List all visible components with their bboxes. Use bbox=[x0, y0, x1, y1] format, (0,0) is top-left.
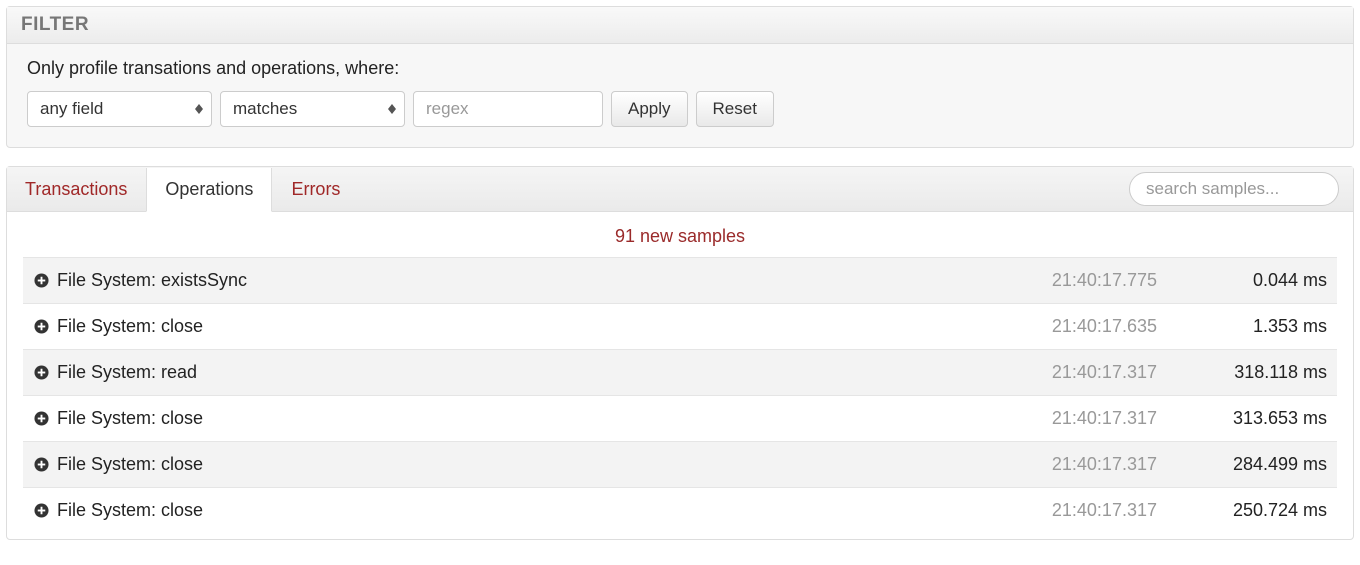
expand-icon[interactable] bbox=[33, 457, 49, 473]
operation-row[interactable]: File System: close 21:40:17.317 284.499 … bbox=[23, 441, 1337, 487]
operation-duration: 313.653 ms bbox=[1187, 408, 1327, 429]
apply-button[interactable]: Apply bbox=[611, 91, 688, 127]
reset-button[interactable]: Reset bbox=[696, 91, 774, 127]
filter-panel-title: FILTER bbox=[7, 7, 1353, 44]
operation-name: File System: close bbox=[57, 316, 1007, 337]
filter-match-select[interactable]: matches bbox=[220, 91, 405, 127]
operation-duration: 0.044 ms bbox=[1187, 270, 1327, 291]
select-arrows-icon bbox=[195, 104, 203, 114]
operation-duration: 250.724 ms bbox=[1187, 500, 1327, 521]
operation-row[interactable]: File System: close 21:40:17.635 1.353 ms bbox=[23, 303, 1337, 349]
filter-row: any field matches Apply Reset bbox=[27, 91, 1333, 127]
operation-timestamp: 21:40:17.317 bbox=[1007, 362, 1187, 383]
operation-name: File System: close bbox=[57, 408, 1007, 429]
operation-row[interactable]: File System: existsSync 21:40:17.775 0.0… bbox=[23, 257, 1337, 303]
tabs-bar: Transactions Operations Errors bbox=[7, 167, 1353, 212]
operation-name: File System: existsSync bbox=[57, 270, 1007, 291]
operation-duration: 284.499 ms bbox=[1187, 454, 1327, 475]
filter-field-select[interactable]: any field bbox=[27, 91, 212, 127]
operation-duration: 1.353 ms bbox=[1187, 316, 1327, 337]
operation-name: File System: read bbox=[57, 362, 1007, 383]
expand-icon[interactable] bbox=[33, 411, 49, 427]
results-panel: Transactions Operations Errors 91 new sa… bbox=[6, 166, 1354, 540]
operation-duration: 318.118 ms bbox=[1187, 362, 1327, 383]
tab-errors[interactable]: Errors bbox=[272, 168, 359, 211]
operation-timestamp: 21:40:17.775 bbox=[1007, 270, 1187, 291]
operation-timestamp: 21:40:17.317 bbox=[1007, 408, 1187, 429]
expand-icon[interactable] bbox=[33, 273, 49, 289]
operation-row[interactable]: File System: close 21:40:17.317 250.724 … bbox=[23, 487, 1337, 533]
operation-timestamp: 21:40:17.317 bbox=[1007, 500, 1187, 521]
operation-row[interactable]: File System: read 21:40:17.317 318.118 m… bbox=[23, 349, 1337, 395]
filter-regex-input[interactable] bbox=[413, 91, 603, 127]
tab-operations[interactable]: Operations bbox=[146, 168, 272, 212]
select-arrows-icon bbox=[388, 104, 396, 114]
operation-timestamp: 21:40:17.317 bbox=[1007, 454, 1187, 475]
filter-panel: FILTER Only profile transations and oper… bbox=[6, 6, 1354, 148]
expand-icon[interactable] bbox=[33, 365, 49, 381]
operation-name: File System: close bbox=[57, 454, 1007, 475]
tab-transactions[interactable]: Transactions bbox=[7, 168, 146, 211]
filter-panel-body: Only profile transations and operations,… bbox=[7, 44, 1353, 147]
new-samples-banner[interactable]: 91 new samples bbox=[7, 212, 1353, 257]
operations-list: File System: existsSync 21:40:17.775 0.0… bbox=[7, 257, 1353, 539]
operation-row[interactable]: File System: close 21:40:17.317 313.653 … bbox=[23, 395, 1337, 441]
filter-field-value: any field bbox=[40, 99, 103, 119]
search-samples-input[interactable] bbox=[1129, 172, 1339, 206]
expand-icon[interactable] bbox=[33, 319, 49, 335]
operation-name: File System: close bbox=[57, 500, 1007, 521]
filter-description: Only profile transations and operations,… bbox=[27, 58, 1333, 79]
expand-icon[interactable] bbox=[33, 503, 49, 519]
filter-match-value: matches bbox=[233, 99, 297, 119]
operation-timestamp: 21:40:17.635 bbox=[1007, 316, 1187, 337]
